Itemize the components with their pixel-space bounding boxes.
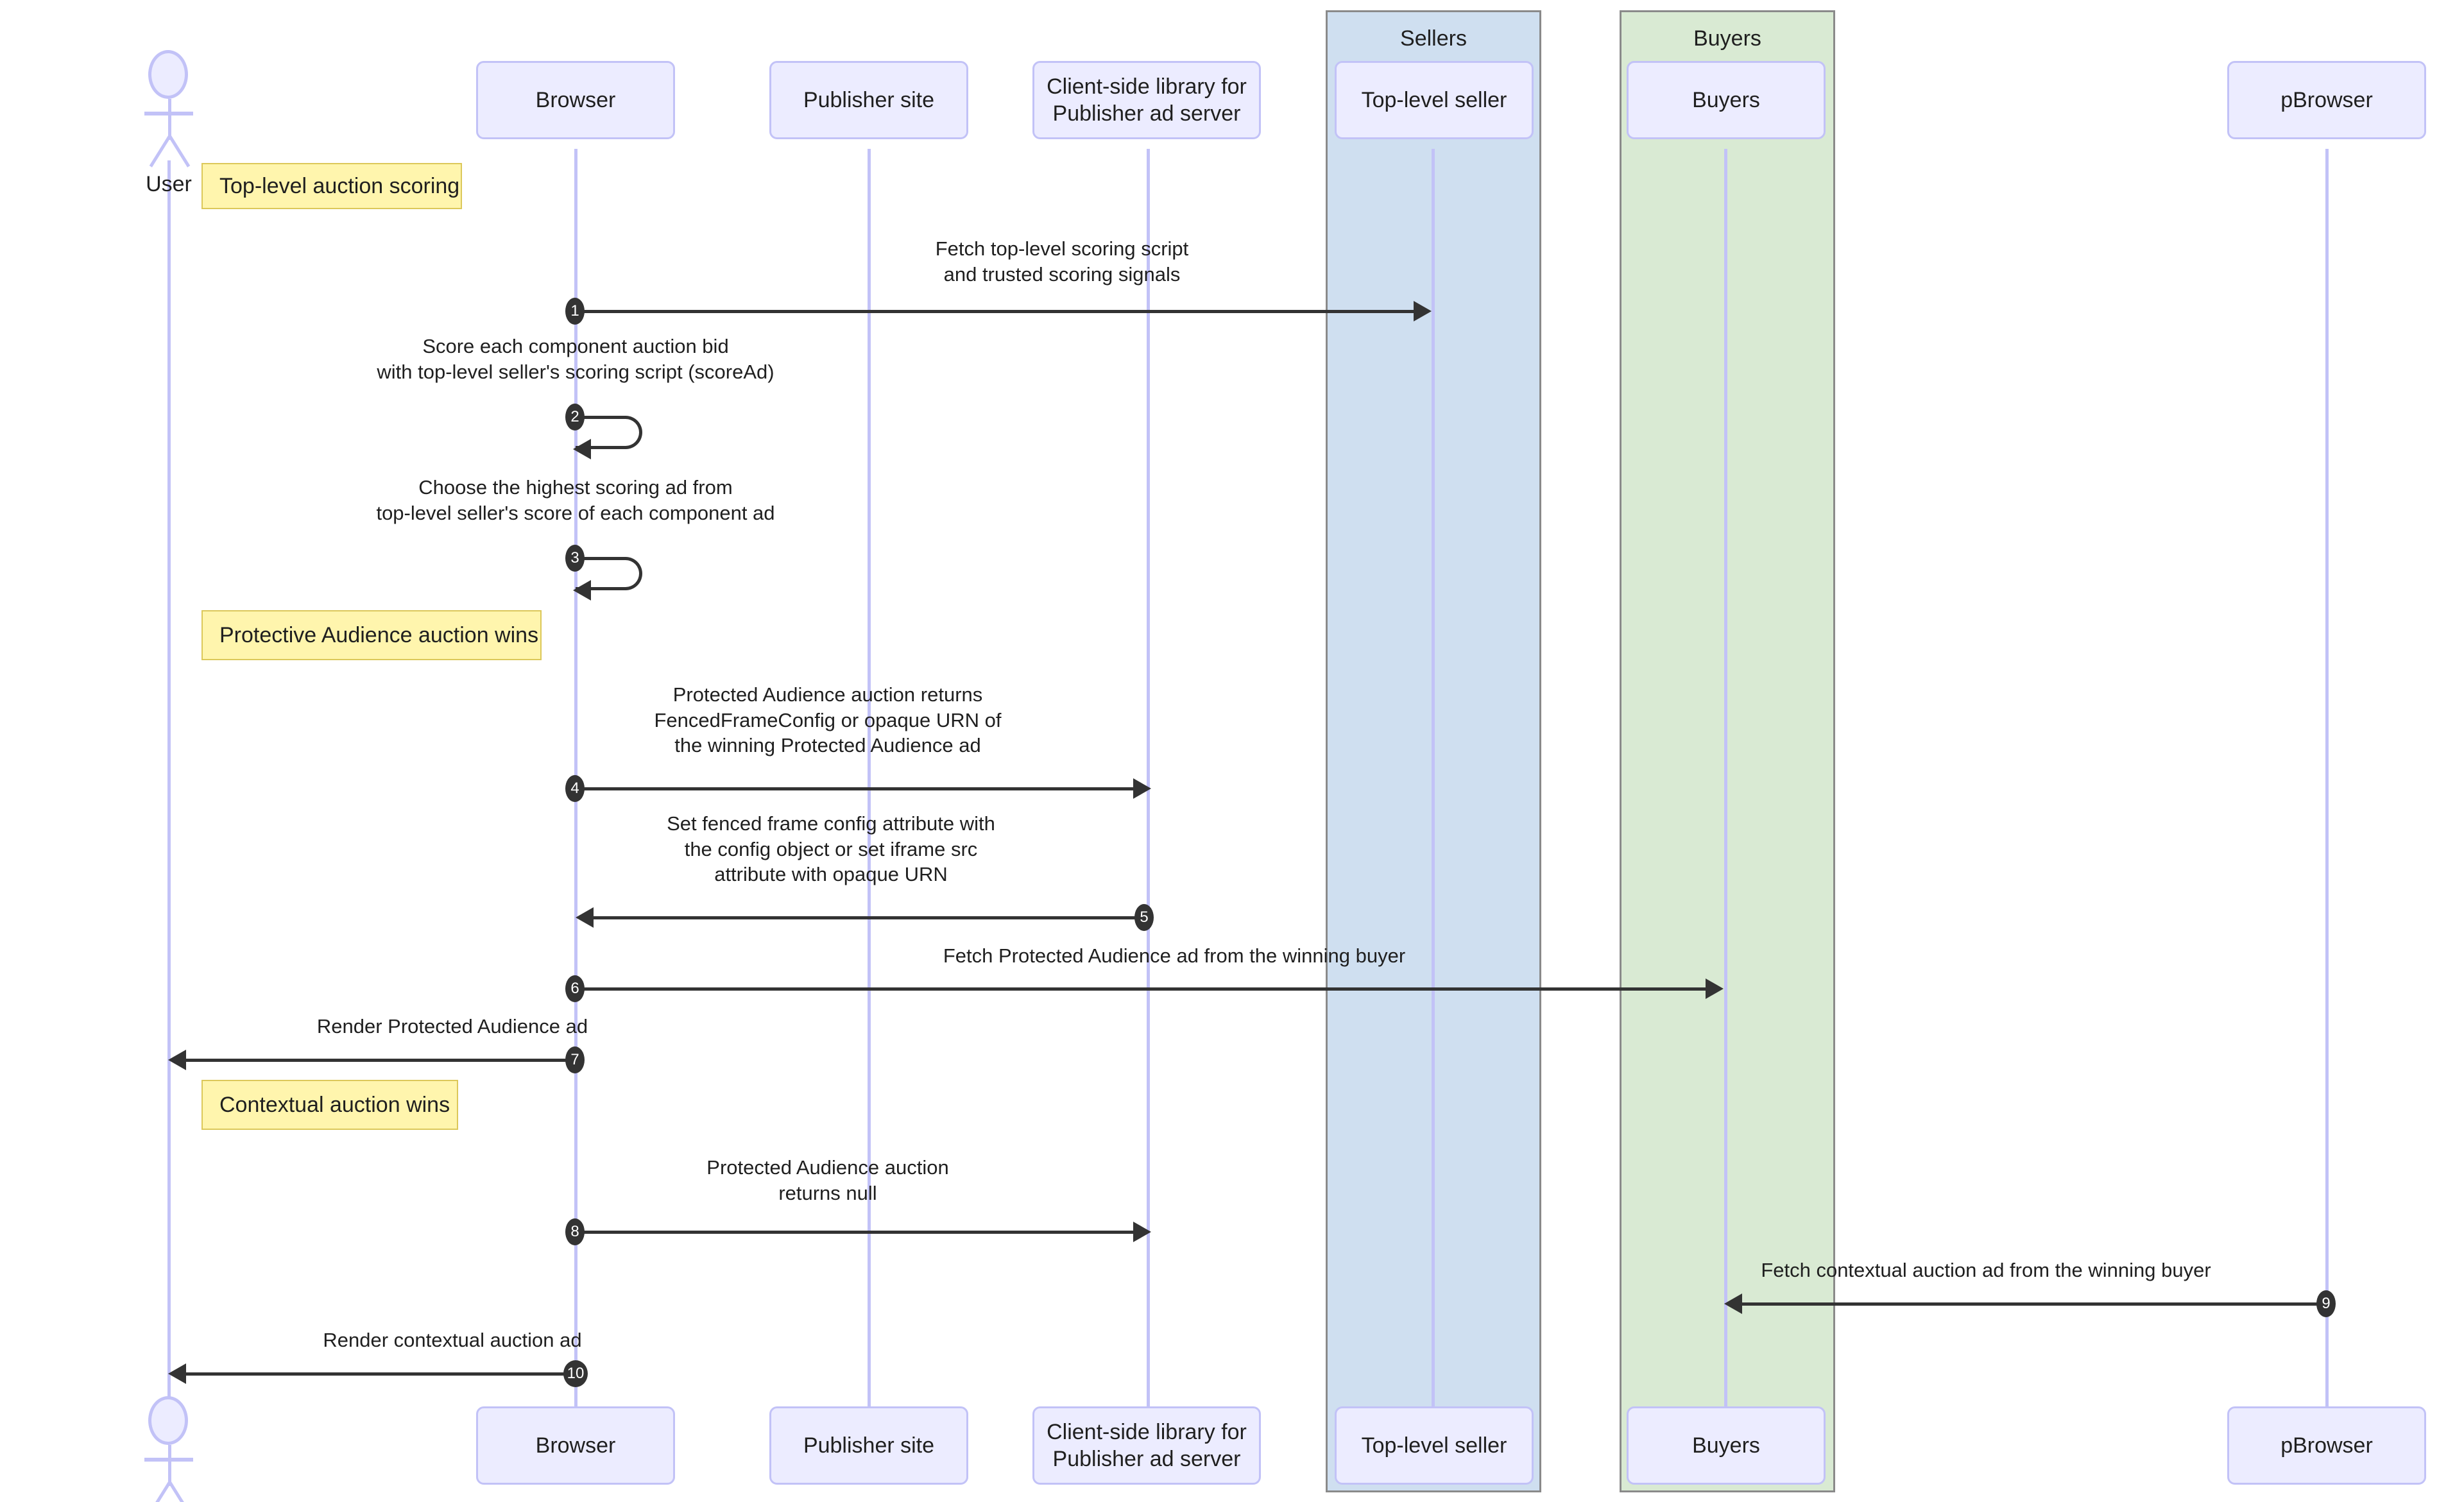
message-seq-4: 4 (565, 775, 585, 802)
note-contextual-auction-wins: Contextual auction wins (201, 1080, 458, 1130)
message-seq-3: 3 (565, 545, 585, 572)
lifeline-buyers (1724, 149, 1727, 1408)
participant-top-level-seller-top[interactable]: Top-level seller (1335, 61, 1534, 139)
message-label-7: Render Protected Audience ad (316, 1015, 588, 1037)
actor-head-icon (148, 1396, 188, 1445)
message-line-1 (576, 310, 1415, 313)
message-arrowhead-2 (573, 439, 591, 459)
message-seq-7: 7 (565, 1046, 585, 1073)
participant-label-client-lib-top-line1: Client-side library for (1047, 74, 1247, 99)
note-protective-audience-auction-wins: Protective Audience auction wins (201, 610, 542, 660)
participant-label-top-level-seller-top: Top-level seller (1361, 87, 1507, 112)
participant-label-pbrowser-top: pBrowser (2280, 87, 2373, 112)
participant-browser-top[interactable]: Browser (476, 61, 675, 139)
participant-buyers-bottom[interactable]: Buyers (1627, 1406, 1826, 1485)
participant-pbrowser-bottom[interactable]: pBrowser (2227, 1406, 2426, 1485)
message-label-2: Score each component auction bid with to… (377, 335, 774, 383)
participant-browser-bottom[interactable]: Browser (476, 1406, 675, 1485)
actor-leg-left-icon (149, 1481, 171, 1502)
actor-user-bottom[interactable]: User (144, 1396, 193, 1502)
participant-buyers-top[interactable]: Buyers (1627, 61, 1826, 139)
participant-publisher-site-top[interactable]: Publisher site (769, 61, 968, 139)
message-line-10 (186, 1372, 575, 1376)
note-top-level-auction-scoring: Top-level auction scoring (201, 163, 462, 209)
message-label-1: Fetch top-level scoring script and trust… (935, 237, 1189, 286)
message-seq-5: 5 (1134, 904, 1154, 931)
message-arrowhead-6 (1706, 978, 1724, 999)
message-arrowhead-10 (168, 1363, 186, 1384)
message-line-9 (1742, 1302, 2326, 1306)
message-seq-9: 9 (2316, 1290, 2336, 1317)
message-arrowhead-3 (573, 580, 591, 601)
participant-client-lib-bottom[interactable]: Client-side library for Publisher ad ser… (1032, 1406, 1261, 1485)
note-label-1: Top-level auction scoring (219, 173, 460, 198)
message-seq-1: 1 (565, 298, 585, 325)
message-seq-10: 10 (563, 1360, 588, 1387)
message-arrowhead-7 (168, 1050, 186, 1070)
actor-head-icon (148, 50, 188, 99)
lifeline-top-level-seller (1432, 149, 1435, 1408)
message-line-6 (576, 987, 1707, 991)
message-seq-8: 8 (565, 1218, 585, 1245)
message-seq-2: 2 (565, 404, 585, 431)
participant-label-client-lib-bottom-line1: Client-side library for (1047, 1419, 1247, 1444)
participant-label-client-lib-bottom-line2: Publisher ad server (1052, 1447, 1241, 1471)
participant-publisher-site-bottom[interactable]: Publisher site (769, 1406, 968, 1485)
message-label-10: Render contextual auction ad (323, 1329, 582, 1351)
message-line-4 (576, 787, 1134, 790)
note-label-3: Contextual auction wins (219, 1092, 450, 1117)
message-arrowhead-9 (1724, 1293, 1742, 1314)
message-line-5 (594, 916, 1143, 919)
message-arrowhead-5 (576, 907, 594, 928)
participant-label-browser-top: Browser (535, 87, 616, 112)
message-seq-6: 6 (565, 975, 585, 1002)
message-arrowhead-8 (1133, 1222, 1151, 1242)
participant-label-client-lib-top-line2: Publisher ad server (1052, 101, 1241, 126)
note-label-2: Protective Audience auction wins (219, 622, 539, 647)
group-label-buyers: Buyers (1693, 26, 1761, 51)
participant-label-browser-bottom: Browser (535, 1433, 616, 1458)
message-label-6: Fetch Protected Audience ad from the win… (943, 944, 1406, 967)
actor-body-icon (168, 99, 171, 140)
participant-label-pbrowser-bottom: pBrowser (2280, 1433, 2373, 1458)
lifeline-pbrowser (2325, 149, 2329, 1408)
participant-top-level-seller-bottom[interactable]: Top-level seller (1335, 1406, 1534, 1485)
message-label-8: Protected Audience auction returns null (706, 1156, 949, 1204)
participant-label-buyers-top: Buyers (1692, 87, 1760, 112)
participant-label-buyers-bottom: Buyers (1692, 1433, 1760, 1458)
participant-pbrowser-top[interactable]: pBrowser (2227, 61, 2426, 139)
participant-label-publisher-site-bottom: Publisher site (803, 1433, 935, 1458)
message-label-4: Protected Audience auction returns Fence… (654, 683, 1002, 757)
participant-label-user-top: User (146, 172, 192, 196)
message-line-8 (576, 1231, 1134, 1234)
message-arrowhead-1 (1414, 301, 1432, 321)
actor-leg-right-icon (168, 1481, 191, 1502)
sequence-diagram-canvas: Sellers Buyers User Browser Publisher si… (0, 0, 2464, 1502)
message-label-3: Choose the highest scoring ad from top-l… (376, 476, 775, 524)
participant-client-lib-top[interactable]: Client-side library for Publisher ad ser… (1032, 61, 1261, 139)
participant-label-top-level-seller-bottom: Top-level seller (1361, 1433, 1507, 1458)
actor-leg-right-icon (168, 135, 191, 167)
message-label-9: Fetch contextual auction ad from the win… (1761, 1259, 2211, 1281)
actor-user-top[interactable]: User (144, 50, 193, 196)
message-line-7 (186, 1059, 575, 1062)
message-arrowhead-4 (1133, 778, 1151, 799)
participant-label-publisher-site-top: Publisher site (803, 87, 935, 112)
actor-body-icon (168, 1445, 171, 1486)
message-label-5: Set fenced frame config attribute with t… (667, 812, 995, 886)
group-label-sellers: Sellers (1400, 26, 1467, 51)
